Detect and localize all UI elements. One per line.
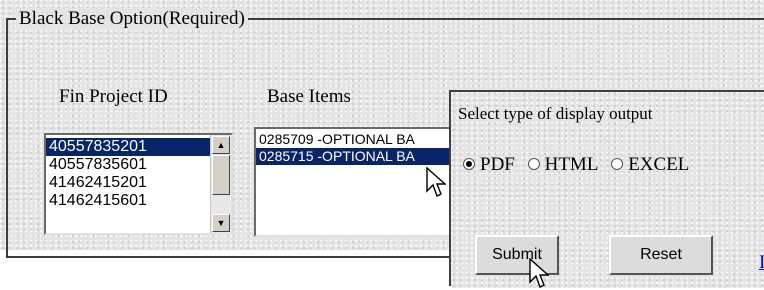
- radio-html-label[interactable]: HTML: [545, 154, 599, 175]
- radio-html[interactable]: [527, 157, 540, 170]
- base-items-listbox[interactable]: 0285709 -OPTIONAL BA 0285715 -OPTIONAL B…: [254, 127, 454, 237]
- output-type-radio-group: PDF HTML EXCEL: [463, 154, 697, 176]
- scroll-down-arrow-icon[interactable]: ▼: [212, 214, 230, 232]
- fin-project-id-label: Fin Project ID: [59, 86, 168, 107]
- radio-excel[interactable]: [611, 157, 624, 170]
- reset-button[interactable]: Reset: [609, 235, 713, 275]
- scroll-up-arrow-icon[interactable]: ▲: [212, 136, 230, 154]
- fin-project-id-listbox[interactable]: 40557835201 40557835601 41462415201 4146…: [44, 133, 233, 235]
- radio-pdf-label[interactable]: PDF: [480, 154, 515, 175]
- group-legend: Black Base Option(Required): [16, 8, 248, 30]
- list-item[interactable]: 0285715 -OPTIONAL BA: [256, 148, 452, 165]
- list-item[interactable]: 40557835201: [46, 138, 231, 156]
- list-item[interactable]: 41462415201: [46, 174, 231, 192]
- radio-pdf[interactable]: [463, 157, 475, 170]
- mouse-pointer-icon: [426, 167, 446, 197]
- list-item[interactable]: 0285709 -OPTIONAL BA: [256, 131, 452, 148]
- clipped-link[interactable]: I: [759, 252, 764, 274]
- fin-project-scrollbar[interactable]: ▲ ▼: [210, 135, 231, 233]
- radio-excel-label[interactable]: EXCEL: [628, 154, 689, 175]
- list-item[interactable]: 41462415601: [46, 192, 231, 210]
- scrollbar-thumb[interactable]: [212, 155, 230, 195]
- output-type-title: Select type of display output: [458, 104, 653, 123]
- base-items-label: Base Items: [267, 86, 351, 107]
- list-item[interactable]: 40557835601: [46, 156, 231, 174]
- mouse-pointer-icon: [529, 258, 549, 288]
- output-type-panel: Select type of display output PDF HTML E…: [449, 90, 764, 288]
